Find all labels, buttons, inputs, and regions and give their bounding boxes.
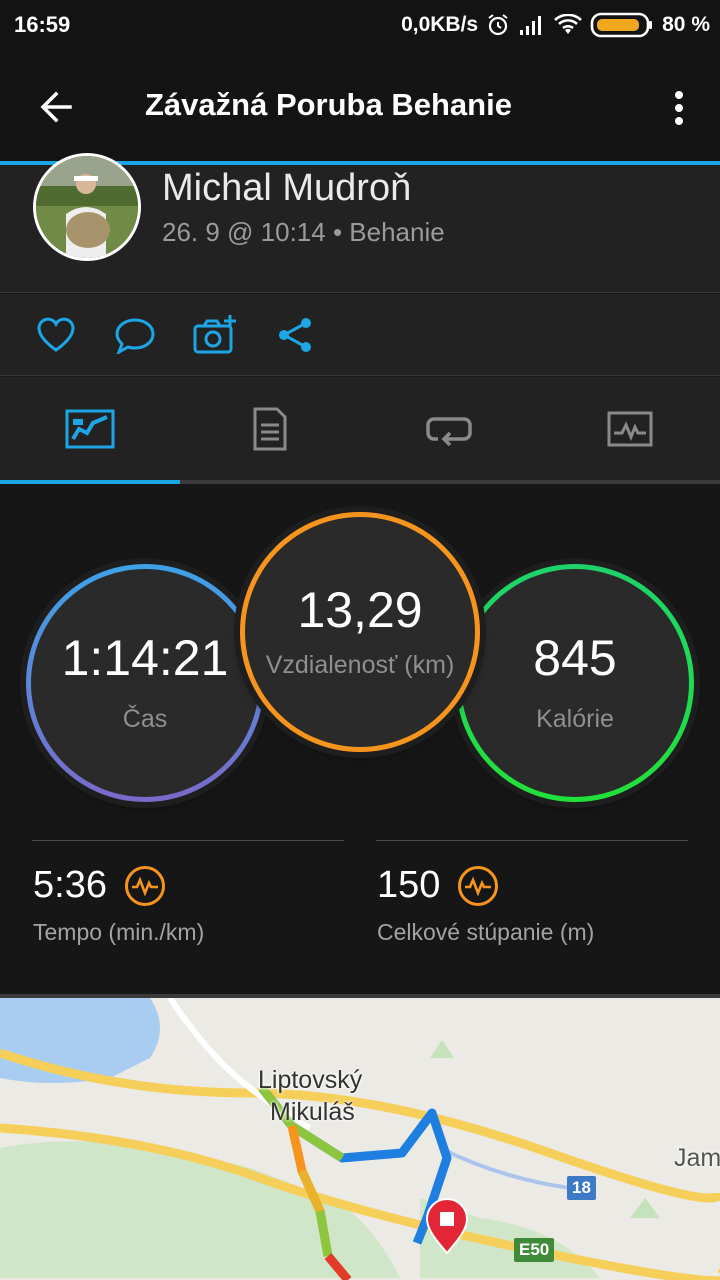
route-map[interactable]: Liptovský Mikuláš Jam 18 E50 [0, 998, 720, 1280]
status-indicators: 0,0KB/s 80 % [401, 10, 710, 40]
share-icon [279, 318, 311, 352]
battery-percent: 80 % [662, 13, 710, 36]
pulse-icon [458, 865, 499, 906]
tab-laps[interactable] [360, 377, 540, 480]
elevation-value: 150 [377, 864, 441, 906]
activity-meta: 26. 9 @ 10:14 • Behanie [162, 217, 445, 247]
overflow-menu-button[interactable] [664, 83, 694, 133]
map-city-label: Mikuláš [270, 1098, 355, 1126]
camera-add-icon [193, 315, 236, 354]
alarm-icon [488, 14, 508, 36]
time-value: 1:14:21 [61, 629, 229, 686]
share-button[interactable] [272, 312, 318, 358]
user-name[interactable]: Michal Mudroň [162, 167, 411, 210]
calories-label: Kalórie [536, 704, 614, 733]
battery-icon [590, 12, 653, 38]
distance-label: Vzdialenosť (km) [265, 650, 455, 679]
network-speed: 0,0KB/s [401, 13, 479, 36]
time-label: Čas [122, 704, 168, 733]
pace-label: Tempo (min./km) [33, 919, 205, 945]
loop-icon [426, 416, 472, 446]
like-button[interactable] [33, 312, 79, 358]
tab-details[interactable] [180, 377, 360, 480]
app-bar: Závažná Poruba Behanie [0, 50, 720, 161]
pace-metric[interactable]: 5:36 Tempo (min./km) [33, 864, 204, 946]
elevation-label: Celkové stúpanie (m) [377, 919, 595, 945]
tab-charts[interactable] [540, 377, 720, 480]
avatar-photo [36, 156, 138, 258]
course-icon [65, 409, 115, 448]
status-bar: 16:59 0,0KB/s 80 % [0, 0, 720, 50]
add-photo-button[interactable] [192, 312, 238, 358]
map-city-label: Liptovský [258, 1066, 363, 1094]
comment-button[interactable] [112, 312, 158, 358]
distance-circle: 13,29 Vzdialenosť (km) [240, 512, 480, 752]
avatar[interactable] [33, 153, 141, 261]
time-circle: 1:14:21 Čas [26, 564, 264, 802]
map-canvas [0, 998, 720, 1280]
map-town-label: Jam [674, 1144, 720, 1172]
signal-icon [520, 16, 542, 35]
activity-owner-header: Michal Mudroň 26. 9 @ 10:14 • Behanie [0, 153, 720, 293]
pulse-icon [124, 865, 165, 906]
divider [32, 840, 344, 841]
action-row [0, 294, 720, 376]
document-icon [253, 407, 287, 450]
distance-value: 13,29 [297, 581, 423, 638]
road-shield-18: 18 [567, 1176, 596, 1200]
activity-stats: 1:14:21 Čas 845 Kalórie 13,29 Vzdialenos… [0, 484, 720, 994]
comment-icon [115, 318, 155, 354]
page-title: Závažná Poruba Behanie [145, 87, 512, 122]
divider [376, 840, 688, 841]
status-time: 16:59 [14, 12, 71, 37]
tab-overview[interactable] [0, 377, 180, 480]
arrow-left-icon [40, 91, 72, 123]
heart-icon [37, 317, 75, 352]
back-button[interactable] [30, 82, 82, 132]
wifi-icon [554, 14, 583, 34]
tab-bar [0, 377, 720, 484]
road-shield-e50: E50 [514, 1238, 555, 1262]
more-vertical-icon [675, 91, 683, 125]
calories-circle: 845 Kalórie [456, 564, 694, 802]
elevation-metric[interactable]: 150 Celkové stúpanie (m) [377, 864, 594, 946]
graph-icon [607, 411, 653, 446]
calories-value: 845 [533, 629, 617, 686]
pace-value: 5:36 [33, 864, 107, 906]
